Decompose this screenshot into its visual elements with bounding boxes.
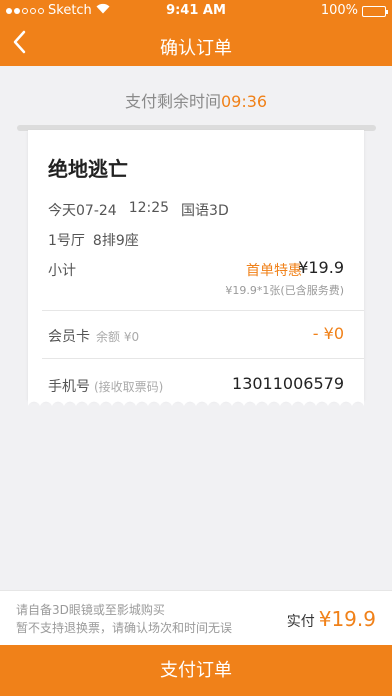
ticket-scallop-edge [28,398,364,408]
phone-row: 手机号 (接收取票码) [48,376,163,396]
promo-badge: 首单特惠 [246,263,302,279]
payment-countdown: 支付剩余时间09:36 [0,88,392,112]
notice-text: 请自备3D眼镜或至影城购买 暂不支持退换票，请确认场次和时间无误 [16,601,232,637]
divider [42,310,364,311]
member-card-row[interactable]: 会员卡 余额 ¥0 [48,326,139,346]
page-title: 确认订单 [160,38,232,59]
movie-title: 绝地逃亡 [48,157,128,181]
order-ticket-card: 绝地逃亡 今天07-24 12:25 国语3D 1号厅 8排9座 小计 首单特惠… [28,130,364,400]
notice-line-2: 暂不支持退换票，请确认场次和时间无误 [16,621,233,635]
member-discount: - ¥0 [312,324,344,343]
battery-icon [362,5,388,17]
seat-info: 1号厅 8排9座 [48,230,139,250]
seat: 8排9座 [92,233,139,249]
member-balance: 余额 ¥0 [96,330,140,344]
phone-hint: (接收取票码) [94,380,164,394]
ticket-price: ¥19.9 [298,258,344,277]
hall: 1号厅 [48,233,85,249]
phone-label: 手机号 [48,379,90,395]
show-date: 今天07-24 [48,203,117,219]
status-bar: Sketch 9:41 AM 100% [0,0,392,22]
footer-summary: 请自备3D眼镜或至影城购买 暂不支持退换票，请确认场次和时间无误 实付 ¥19.9 [0,590,392,645]
countdown-label: 支付剩余时间 [124,92,221,111]
notice-line-1: 请自备3D眼镜或至影城购买 [16,603,165,617]
pay-order-button[interactable]: 支付订单 [0,645,392,696]
countdown-time: 09:36 [220,92,268,111]
paid-label: 实付 [286,614,315,630]
battery-percent: 100% [320,3,358,18]
paid-amount: ¥19.9 [318,607,376,631]
showtime: 今天07-24 12:25 国语3D [48,200,229,220]
divider [42,358,364,359]
member-card-label: 会员卡 [48,329,90,345]
header-bar: Sketch 9:41 AM 100% 确认订单 [0,0,392,66]
subtotal-label: 小计 [48,263,76,279]
paid-total: 实付 ¥19.9 [287,607,376,631]
price-detail: ¥19.9*1张(已含服务费) [225,284,344,297]
phone-field[interactable]: 13011006579 [232,374,344,393]
status-right: 100% [320,0,388,22]
show-format: 国语3D [181,203,229,219]
show-time: 12:25 [128,200,170,216]
